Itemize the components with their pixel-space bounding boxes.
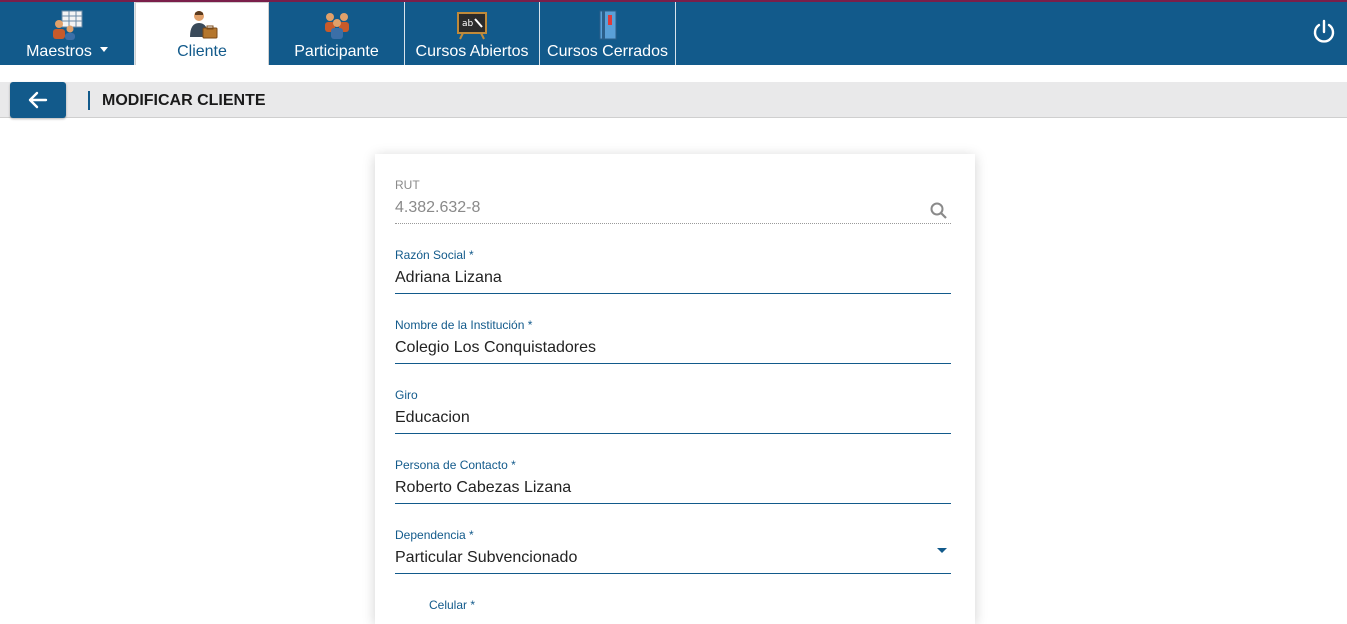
contacto-underline xyxy=(395,503,951,504)
nav-cursos-abiertos-label: Cursos Abiertos xyxy=(415,43,529,60)
search-icon[interactable] xyxy=(929,201,949,221)
giro-label: Giro xyxy=(395,388,418,402)
giro-field[interactable]: Giro Educacion xyxy=(395,388,951,434)
rut-field[interactable]: RUT 4.382.632-8 xyxy=(395,178,951,224)
participants-icon xyxy=(324,13,349,39)
back-button[interactable] xyxy=(10,82,66,118)
nav-cliente-label: Cliente xyxy=(177,43,227,60)
dependencia-label: Dependencia * xyxy=(395,528,474,542)
client-icon xyxy=(190,11,218,39)
dependencia-select[interactable]: Dependencia * Particular Subvencionado xyxy=(395,528,951,574)
page-header: MODIFICAR CLIENTE xyxy=(0,82,1347,118)
giro-underline xyxy=(395,433,951,434)
books-icon xyxy=(599,10,616,40)
razon-social-underline xyxy=(395,293,951,294)
institucion-input[interactable]: Colegio Los Conquistadores xyxy=(395,339,951,359)
chevron-down-icon xyxy=(99,47,108,53)
dropdown-arrow-icon[interactable] xyxy=(937,548,947,553)
nav-cursos-cerrados[interactable]: Cursos Cerrados xyxy=(540,2,676,65)
nav-cursos-abiertos[interactable]: ab Cursos Abiertos xyxy=(405,2,540,65)
rut-value: 4.382.632-8 xyxy=(395,199,481,216)
teachers-icon xyxy=(53,10,83,40)
dependencia-value[interactable]: Particular Subvencionado xyxy=(395,549,951,569)
nav-cliente[interactable]: Cliente xyxy=(135,2,269,65)
institucion-field[interactable]: Nombre de la Institución * Colegio Los C… xyxy=(395,318,951,364)
nav-participante[interactable]: Participante xyxy=(269,2,405,65)
client-form-card: RUT 4.382.632-8 Razón Social * Adriana L… xyxy=(375,154,975,624)
celular-field[interactable]: Celular * xyxy=(429,598,951,618)
giro-input[interactable]: Educacion xyxy=(395,409,951,429)
contacto-field[interactable]: Persona de Contacto * Roberto Cabezas Li… xyxy=(395,458,951,504)
arrow-left-icon xyxy=(28,91,48,109)
contacto-label: Persona de Contacto * xyxy=(395,458,516,472)
celular-label: Celular * xyxy=(429,598,476,612)
dependencia-underline xyxy=(395,573,951,574)
razon-social-label: Razón Social * xyxy=(395,248,474,262)
page-title: MODIFICAR CLIENTE xyxy=(102,92,266,109)
razon-social-input[interactable]: Adriana Lizana xyxy=(395,269,951,289)
razon-social-field[interactable]: Razón Social * Adriana Lizana xyxy=(395,248,951,294)
nav-maestros[interactable]: Maestros xyxy=(0,2,135,65)
svg-text:ab: ab xyxy=(462,19,474,29)
power-icon[interactable] xyxy=(1311,19,1337,45)
blackboard-icon: ab xyxy=(457,12,487,40)
top-navbar: Maestros Cliente Participante ab Cursos … xyxy=(0,0,1347,65)
institucion-label: Nombre de la Institución * xyxy=(395,318,533,332)
institucion-underline xyxy=(395,363,951,364)
nav-cursos-cerrados-label: Cursos Cerrados xyxy=(547,43,668,60)
nav-participante-label: Participante xyxy=(294,43,379,60)
rut-underline xyxy=(395,223,951,224)
title-divider xyxy=(88,91,90,110)
rut-label: RUT xyxy=(395,178,420,192)
nav-maestros-label: Maestros xyxy=(26,43,92,60)
contacto-input[interactable]: Roberto Cabezas Lizana xyxy=(395,479,951,499)
